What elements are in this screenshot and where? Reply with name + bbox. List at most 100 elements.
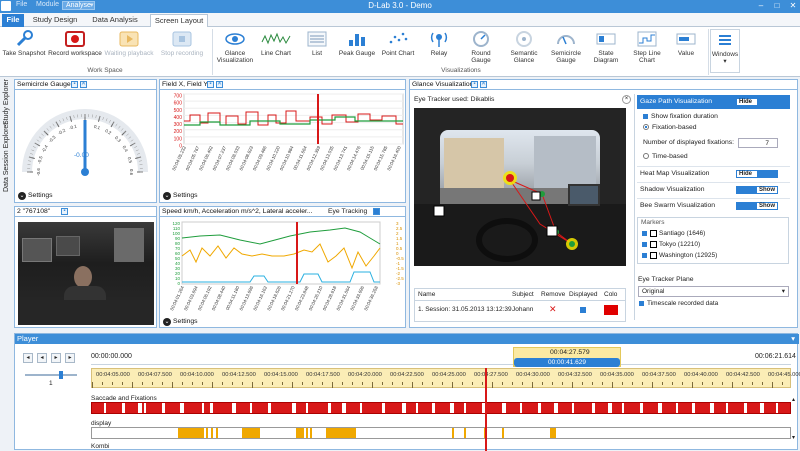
semantic-glance-button[interactable]: Semantic Glance (504, 29, 544, 67)
radio-unselected[interactable] (643, 153, 649, 159)
gaze-path-row[interactable]: Gaze Path Visualization Hide (637, 95, 790, 109)
ruler-tick (602, 382, 603, 385)
side-tab-data-session-explorer[interactable]: Data Session Explorer (3, 122, 10, 192)
displayed-checkbox[interactable] (580, 307, 586, 313)
float-icon[interactable] (373, 208, 380, 215)
gaze-path-toggle[interactable]: Hide (736, 98, 778, 106)
marker-item[interactable]: Washington (12925) (642, 252, 717, 259)
side-tab-study-explorer[interactable]: Study Explorer (3, 79, 10, 125)
saccade-segment (202, 403, 204, 413)
display-track[interactable] (91, 427, 791, 439)
record-workspace-button[interactable]: Record workspace (48, 29, 102, 67)
point-chart-button[interactable]: Point Chart (378, 29, 418, 67)
visualizations-group-label: Visualizations (216, 67, 706, 74)
checkbox-checked[interactable] (642, 231, 647, 236)
radio-selected[interactable] (643, 124, 649, 130)
tab-data-analysis[interactable]: Data Analysis (90, 14, 140, 27)
step-back-icon[interactable]: ◂ (37, 353, 47, 363)
step-line-chart-button[interactable]: Step Line Chart (628, 29, 666, 67)
fixation-based-row[interactable]: Fixation-based (637, 121, 790, 135)
play-icon[interactable]: ▸ (51, 353, 61, 363)
ruler-tick (402, 382, 403, 385)
tab-file[interactable]: File (2, 14, 24, 27)
maximize-icon[interactable]: □ (770, 0, 784, 12)
tab-study-design[interactable]: Study Design (30, 14, 80, 27)
shadow-toggle[interactable]: Show (736, 186, 778, 194)
minimize-icon[interactable]: – (754, 0, 768, 12)
ruler-tick (672, 382, 673, 385)
list-button[interactable]: List (298, 29, 336, 67)
ruler-tick (342, 382, 343, 385)
settings-toggle[interactable]: ⌄Settings (163, 192, 198, 200)
shadow-row[interactable]: Shadow Visualization Show (637, 182, 790, 196)
close-icon[interactable]: ✕ (786, 0, 800, 12)
marker-item[interactable]: Santiago (1646) (642, 230, 705, 237)
checkbox-checked[interactable] (639, 301, 644, 306)
scroll-down-icon[interactable]: ▾ (792, 434, 795, 441)
scroll-up-icon[interactable]: ▴ (792, 396, 795, 403)
close-icon[interactable]: ✕ (480, 81, 487, 88)
field-chart-panel: Field X, Field Y ▪ ✕ 7006005004003002001… (159, 79, 406, 203)
settings-toggle[interactable]: ⌄Settings (18, 192, 53, 200)
settings-toggle[interactable]: ⌄Settings (163, 318, 198, 326)
heat-map-row[interactable]: Heat Map Visualization Hide (637, 166, 790, 180)
float-icon[interactable]: ▪ (471, 81, 478, 88)
timescale-label: Timescale recorded data (647, 300, 718, 307)
settings-label: Settings (173, 192, 198, 199)
line-chart-button[interactable]: Line Chart (256, 29, 296, 67)
close-icon[interactable]: ✕ (80, 81, 87, 88)
speed-slider[interactable] (25, 374, 77, 376)
timescale-row[interactable]: Timescale recorded data (639, 300, 718, 307)
ruler-tick (572, 382, 573, 388)
take-snapshot-button[interactable]: Take Snapshot (2, 29, 46, 67)
step-forward-icon[interactable]: ▸ (65, 353, 75, 363)
saccade-track[interactable] (91, 402, 791, 414)
display-segment (242, 428, 260, 438)
gauge-hub (81, 168, 89, 176)
float-icon[interactable]: ▪ (71, 81, 78, 88)
plane-select[interactable]: Original ▾ (638, 286, 789, 297)
playhead[interactable] (485, 368, 487, 451)
windows-button[interactable]: Windows ▾ (710, 29, 740, 73)
checkbox-checked[interactable] (642, 242, 647, 247)
time-based-row[interactable]: Time-based (637, 150, 790, 164)
x-tick-label: 00:04:28.618 (322, 285, 338, 311)
display-segment (211, 428, 213, 438)
pin-icon[interactable]: ▾ (791, 334, 795, 344)
round-gauge-button[interactable]: Round Gauge (460, 29, 502, 67)
stop-recording-button[interactable]: Stop recording (158, 29, 206, 67)
value-button[interactable]: Value (668, 29, 704, 67)
skip-start-icon[interactable]: ◂ (23, 353, 33, 363)
heat-map-toggle[interactable]: Hide (736, 170, 778, 178)
display-segment (216, 428, 218, 438)
color-swatch[interactable] (604, 305, 618, 315)
table-row[interactable]: 1. Session: 31.05.2013 13:12:39 Johann ✕ (415, 304, 625, 316)
ruler-tick (462, 382, 463, 385)
close-icon[interactable]: ✕ (216, 81, 223, 88)
tab-screen-layout[interactable]: Screen Layout (150, 14, 208, 27)
glance-visualization-button[interactable]: Glance Visualization (216, 29, 254, 67)
remove-icon[interactable]: ✕ (549, 304, 557, 315)
semicircle-gauge-button[interactable]: Semicircle Gauge (546, 29, 586, 67)
state-diagram-button[interactable]: State Diagram (588, 29, 624, 67)
num-fixations-input[interactable]: 7 (738, 138, 778, 148)
ruler-tick (522, 382, 523, 385)
time-window-handle[interactable]: 00:04:27.579 00:00:41.629 (513, 347, 621, 367)
peak-gauge-button[interactable]: Peak Gauge (338, 29, 376, 67)
checkbox-checked[interactable] (643, 114, 648, 119)
waiting-playback-button[interactable]: Waiting playback (104, 29, 154, 67)
tab-eye-tracking[interactable]: Eye Tracking (328, 208, 367, 215)
overview-bar[interactable] (91, 364, 791, 365)
timeline-ruler[interactable]: 00:04:05.00000:04:07.50000:04:10.00000:0… (91, 368, 791, 388)
marker-item[interactable]: Tokyo (12210) (642, 241, 700, 248)
ruler-tick-label: 00:04:25.000 (432, 372, 466, 378)
bee-swarm-row[interactable]: Bee Swarm Visualization Show (637, 198, 790, 212)
checkbox-checked[interactable] (642, 253, 647, 258)
bee-swarm-toggle[interactable]: Show (736, 202, 778, 210)
speed-slider-thumb[interactable] (59, 371, 63, 379)
relay-button[interactable]: Relay (420, 29, 458, 67)
ruler-tick (682, 382, 683, 385)
float-icon[interactable]: ▪ (207, 81, 214, 88)
close-icon[interactable]: × (622, 95, 631, 104)
float-icon[interactable]: ▪ (61, 208, 68, 215)
